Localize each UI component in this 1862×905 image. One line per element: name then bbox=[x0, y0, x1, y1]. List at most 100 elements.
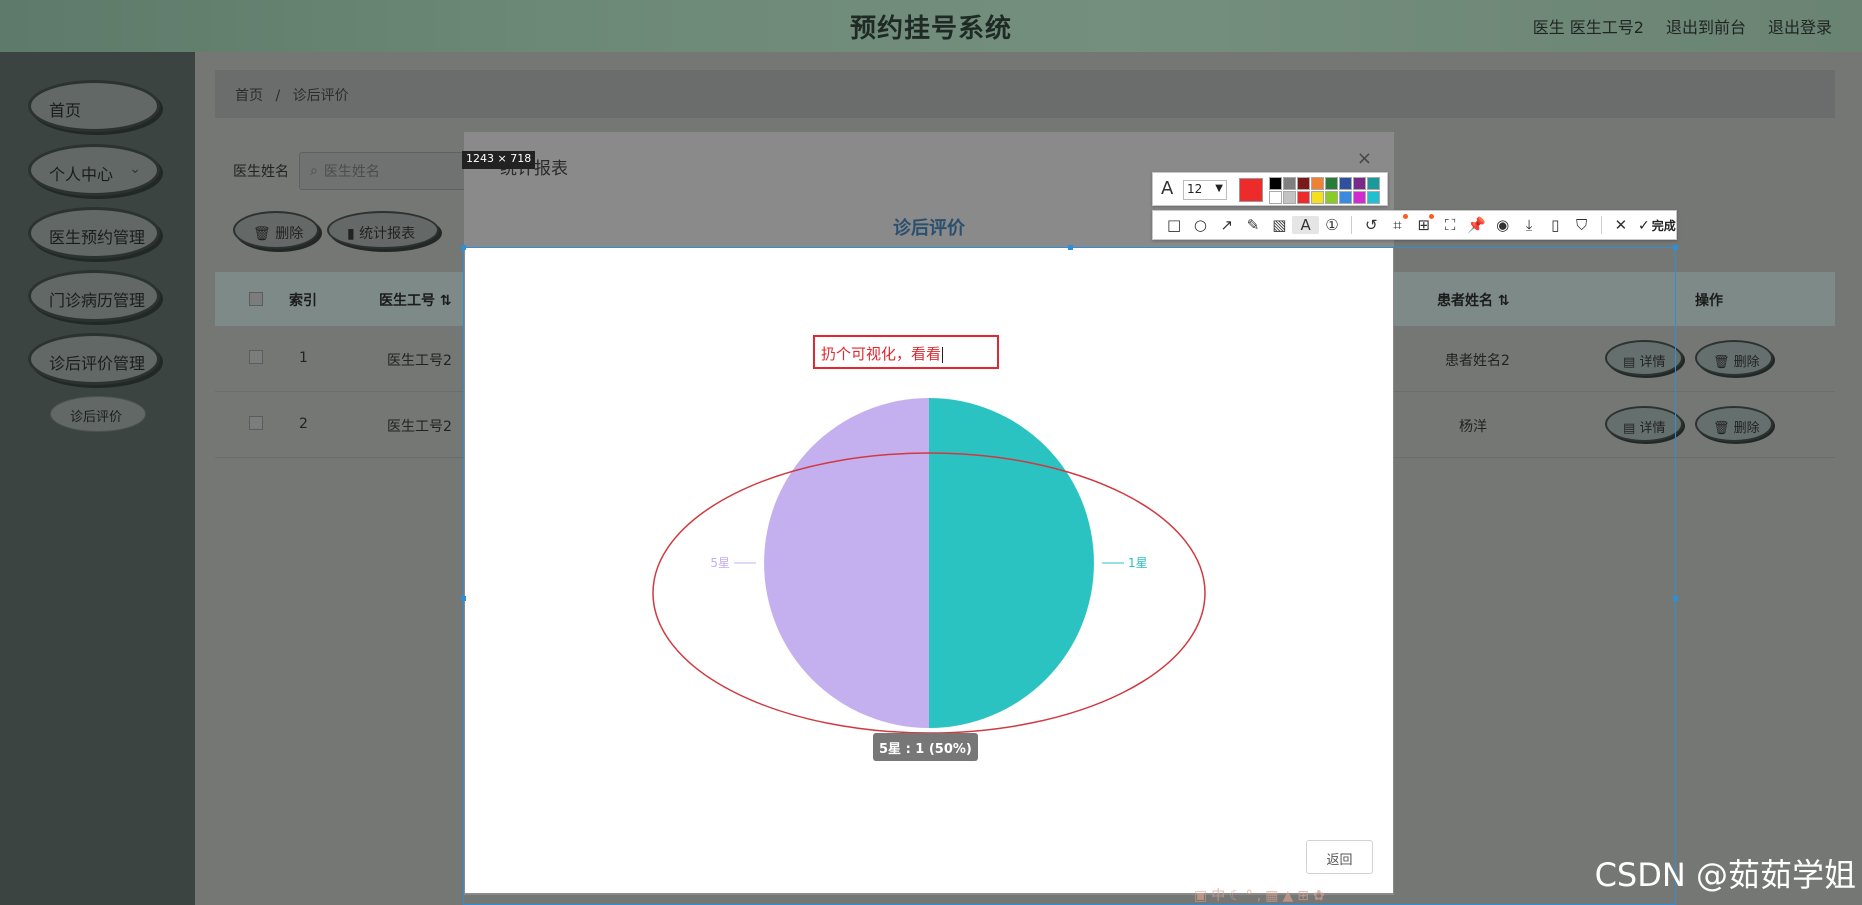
resize-handle[interactable] bbox=[1673, 596, 1678, 601]
sidebar: 首页 个人中心 ⌄ 医生预约管理 门诊病历管理 诊后评价管理 诊后评价 bbox=[0, 52, 195, 905]
grid-icon: ⊞ bbox=[1297, 888, 1313, 904]
row-delete-button[interactable]: 🗑 删除 bbox=[1695, 340, 1773, 376]
undo-icon[interactable]: ↺ bbox=[1358, 216, 1384, 234]
font-size-select[interactable]: 12 ▼ bbox=[1183, 180, 1227, 200]
delete-button[interactable]: 🗑 删除 bbox=[233, 211, 319, 249]
search-row: 医生姓名 ⌕ 医生姓名 bbox=[233, 152, 479, 190]
capture-toolbar: □ ○ ↗ ✎ ▧ A ① ↺ ⌗ ⊞ ⛶ 📌 ◉ ⤓ ▯ ⛉ ✕ ✓ 完成 bbox=[1152, 210, 1677, 240]
watermark: CSDN @茹茹学姐 bbox=[1594, 856, 1856, 894]
column-index: 索引 bbox=[289, 293, 317, 309]
top-header: 预约挂号系统 医生 医生工号2 退出到前台 退出登录 bbox=[0, 0, 1862, 52]
chevron-down-icon: ⌄ bbox=[129, 161, 141, 177]
color-swatch[interactable] bbox=[1269, 191, 1282, 204]
color-swatch[interactable] bbox=[1367, 191, 1380, 204]
stats-report-button[interactable]: ▮ 统计报表 bbox=[327, 211, 439, 249]
color-swatch[interactable] bbox=[1297, 191, 1310, 204]
moon-icon: ☾ bbox=[1229, 888, 1246, 904]
close-icon[interactable]: ✕ bbox=[1608, 216, 1634, 234]
cell-doctor-id: 医生工号2 bbox=[387, 353, 452, 369]
resize-handle[interactable] bbox=[461, 245, 466, 250]
color-swatch[interactable] bbox=[1353, 177, 1366, 190]
front-link[interactable]: 退出到前台 bbox=[1666, 14, 1746, 38]
sidebar-item-appointment[interactable]: 医生预约管理 bbox=[28, 207, 160, 259]
sidebar-item-evaluation[interactable]: 诊后评价管理 bbox=[28, 333, 160, 385]
breadcrumb-home[interactable]: 首页 bbox=[235, 88, 263, 104]
breadcrumb: 首页 / 诊后评价 bbox=[215, 70, 1835, 118]
resize-handle[interactable] bbox=[1068, 245, 1073, 250]
color-swatch[interactable] bbox=[1283, 191, 1296, 204]
pin-icon[interactable]: 📌 bbox=[1463, 216, 1489, 234]
search-placeholder: 医生姓名 bbox=[323, 164, 380, 180]
sidebar-item-home[interactable]: 首页 bbox=[28, 80, 160, 132]
done-button[interactable]: ✓ 完成 bbox=[1638, 217, 1676, 234]
sidebar-subitem-evaluation[interactable]: 诊后评价 bbox=[50, 396, 146, 432]
ellipse-icon[interactable]: ○ bbox=[1187, 216, 1213, 234]
bookmark-icon[interactable]: ⛉ bbox=[1568, 216, 1594, 234]
color-swatch[interactable] bbox=[1325, 191, 1338, 204]
resize-handle[interactable] bbox=[1673, 245, 1678, 250]
color-swatch[interactable] bbox=[1339, 177, 1352, 190]
column-doctor-id[interactable]: 医生工号 ⇅ bbox=[379, 290, 452, 310]
punctuation-icon: °, bbox=[1245, 888, 1266, 904]
font-icon: A bbox=[1161, 178, 1174, 199]
resize-handle[interactable] bbox=[461, 596, 466, 601]
color-swatch[interactable] bbox=[1325, 177, 1338, 190]
number-icon[interactable]: ① bbox=[1319, 216, 1345, 234]
color-swatch[interactable] bbox=[1311, 191, 1324, 204]
trash-icon: 🗑 bbox=[1713, 421, 1730, 436]
search-label: 医生姓名 bbox=[233, 164, 289, 180]
cell-index: 2 bbox=[299, 416, 308, 432]
bar-chart-icon: ▮ bbox=[347, 226, 355, 242]
arrow-icon[interactable]: ↗ bbox=[1214, 216, 1240, 234]
cell-doctor-id: 医生工号2 bbox=[387, 419, 452, 435]
text-icon[interactable]: A bbox=[1292, 216, 1319, 234]
color-swatch[interactable] bbox=[1311, 177, 1324, 190]
breadcrumb-current: 诊后评价 bbox=[292, 88, 349, 104]
mosaic-icon[interactable]: ▧ bbox=[1266, 216, 1292, 234]
current-color-swatch[interactable] bbox=[1239, 178, 1263, 202]
search-input[interactable]: ⌕ 医生姓名 bbox=[299, 152, 479, 190]
color-swatch[interactable] bbox=[1283, 177, 1296, 190]
check-icon: ✓ bbox=[1638, 217, 1650, 234]
color-swatch[interactable] bbox=[1269, 177, 1282, 190]
phone-icon[interactable]: ▯ bbox=[1542, 216, 1568, 234]
close-icon[interactable]: × bbox=[1357, 148, 1372, 169]
sidebar-item-personal-center[interactable]: 个人中心 ⌄ bbox=[28, 144, 160, 196]
row-delete-button[interactable]: 🗑 删除 bbox=[1695, 406, 1773, 442]
toolbar-divider bbox=[1351, 216, 1353, 234]
trash-icon: 🗑 bbox=[253, 226, 271, 242]
color-swatch[interactable] bbox=[1367, 177, 1380, 190]
rect-icon[interactable]: □ bbox=[1161, 216, 1187, 234]
sidebar-item-label: 个人中心 bbox=[49, 165, 114, 184]
capture-region[interactable] bbox=[461, 245, 1678, 905]
translate-icon[interactable]: ⊞ bbox=[1411, 214, 1437, 234]
ocr-icon[interactable]: ⌗ bbox=[1384, 214, 1410, 234]
sort-icon[interactable]: ⇅ bbox=[440, 293, 452, 309]
breadcrumb-separator: / bbox=[275, 88, 281, 104]
ime-logo-icon: ▣ bbox=[1194, 888, 1212, 904]
capture-size-label: 1243 × 718 bbox=[462, 151, 536, 169]
text-style-toolbar: A 12 ▼ bbox=[1152, 172, 1388, 206]
color-swatch[interactable] bbox=[1353, 191, 1366, 204]
text-annotation[interactable]: 扔个可视化，看看 bbox=[813, 335, 999, 369]
color-swatch[interactable] bbox=[1339, 191, 1352, 204]
text-caret bbox=[942, 346, 944, 363]
row-checkbox[interactable] bbox=[249, 350, 263, 364]
ime-mode-icon: 中 bbox=[1211, 888, 1230, 904]
logout-link[interactable]: 退出登录 bbox=[1768, 14, 1832, 38]
color-swatch[interactable] bbox=[1297, 177, 1310, 190]
trash-icon: 🗑 bbox=[1713, 355, 1730, 370]
keyboard-icon: ▦ bbox=[1265, 888, 1283, 904]
row-checkbox[interactable] bbox=[249, 416, 263, 430]
cell-index: 1 bbox=[299, 350, 308, 366]
gear-icon: ✿ bbox=[1313, 888, 1329, 904]
select-all-checkbox[interactable] bbox=[249, 292, 263, 306]
sidebar-item-medical-records[interactable]: 门诊病历管理 bbox=[28, 270, 160, 322]
download-icon[interactable]: ⤓ bbox=[1516, 216, 1542, 234]
scroll-capture-icon[interactable]: ⛶ bbox=[1437, 216, 1463, 234]
ime-toolbar[interactable]: ▣中☾°,▦▲⊞✿ bbox=[1194, 885, 1329, 905]
toolbar-divider bbox=[1600, 216, 1602, 234]
record-icon[interactable]: ◉ bbox=[1490, 216, 1516, 234]
header-user-links: 医生 医生工号2 退出到前台 退出登录 bbox=[1533, 14, 1832, 38]
pen-icon[interactable]: ✎ bbox=[1240, 216, 1266, 234]
